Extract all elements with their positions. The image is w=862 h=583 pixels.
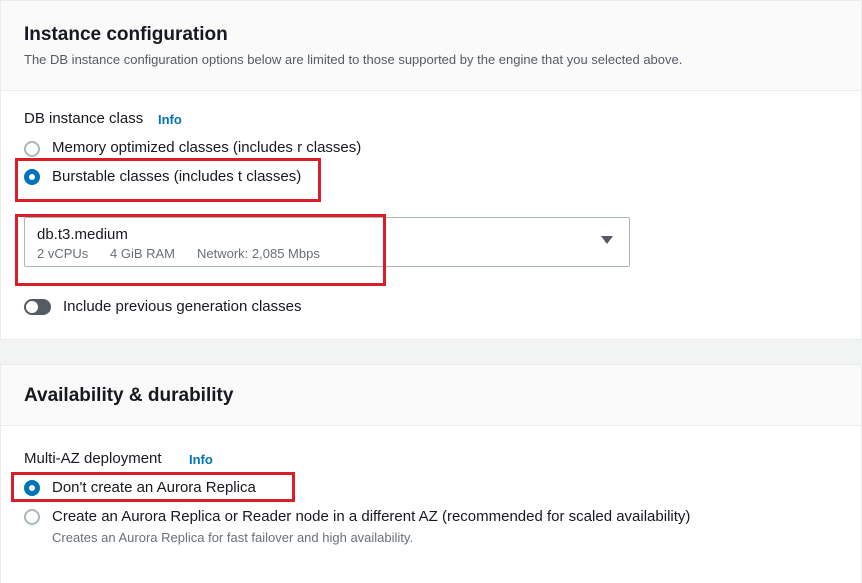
toggle-knob — [26, 301, 38, 313]
instance-configuration-description: The DB instance configuration options be… — [24, 52, 683, 67]
create-replica-label[interactable]: Create an Aurora Replica or Reader node … — [52, 508, 690, 525]
memory-optimized-radio[interactable] — [24, 141, 40, 157]
burstable-highlight-box — [15, 158, 321, 202]
instance-configuration-header: Instance configuration The DB instance c… — [1, 1, 861, 91]
create-replica-description: Creates an Aurora Replica for fast failo… — [52, 530, 414, 545]
multi-az-info-link[interactable]: Info — [189, 452, 213, 467]
previous-generation-toggle[interactable] — [24, 299, 51, 315]
db-instance-class-label: DB instance class — [24, 110, 144, 127]
availability-title: Availability & durability — [24, 385, 234, 406]
chevron-down-icon[interactable] — [601, 236, 613, 244]
multi-az-label: Multi-AZ deployment — [24, 450, 162, 467]
create-replica-radio[interactable] — [24, 509, 40, 525]
instance-select-highlight-box — [15, 214, 386, 286]
no-replica-highlight-box — [11, 472, 295, 502]
memory-optimized-label[interactable]: Memory optimized classes (includes r cla… — [52, 139, 361, 156]
previous-generation-label[interactable]: Include previous generation classes — [63, 298, 301, 315]
availability-header: Availability & durability — [1, 365, 861, 426]
db-instance-class-info-link[interactable]: Info — [158, 112, 182, 127]
instance-configuration-title: Instance configuration — [24, 24, 228, 45]
